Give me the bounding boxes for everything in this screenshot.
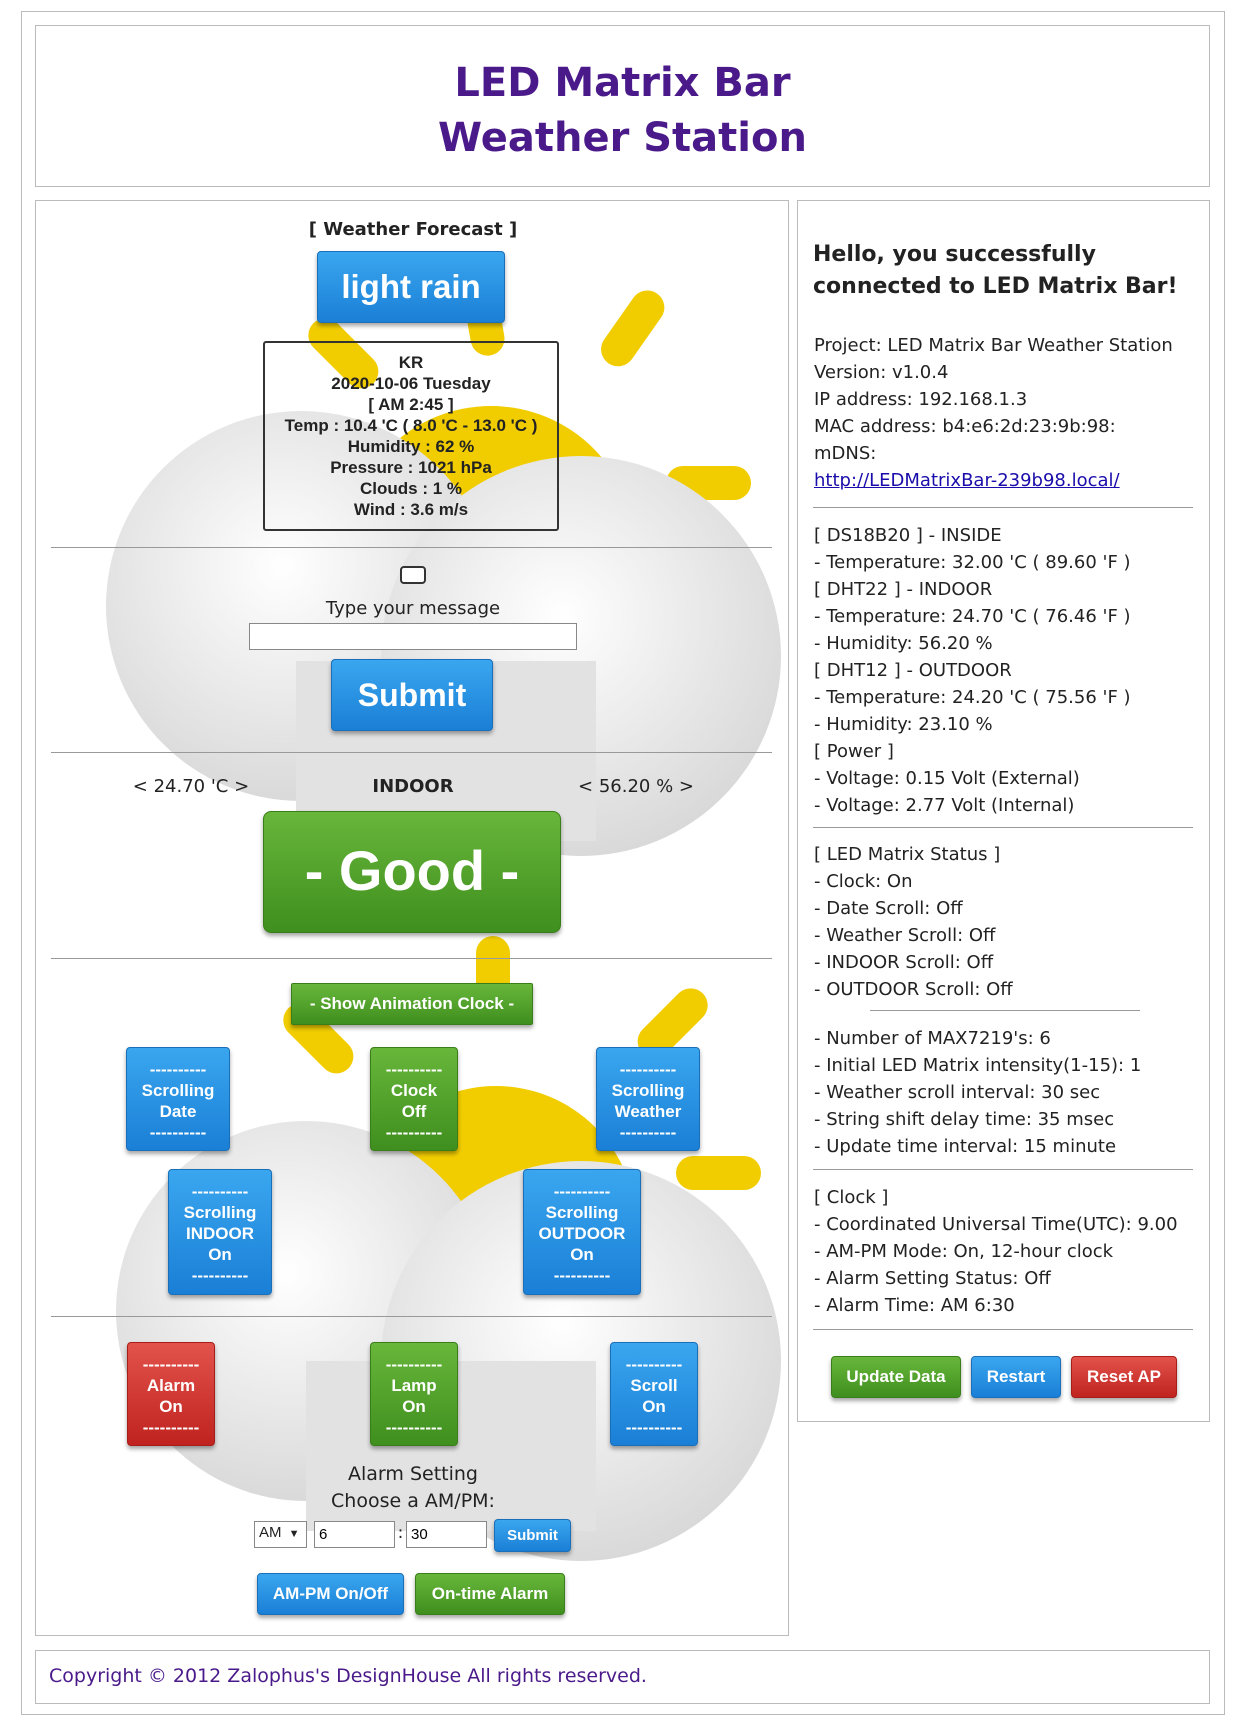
divider [813,507,1193,508]
weather-humidity: Humidity : 62 % [347,437,475,456]
sensor-line: - Voltage: 0.15 Volt (External) [814,768,1080,789]
weather-country: KR [398,353,424,372]
weather-details-box: KR 2020-10-06 Tuesday [ AM 2:45 ] Temp :… [263,341,559,531]
config-line: - Weather scroll interval: 30 sec [814,1082,1101,1103]
divider [51,1316,772,1317]
matrix-config: - Number of MAX7219's: 6 - Initial LED M… [814,1025,1141,1160]
project-name: Project: LED Matrix Bar Weather Station [814,335,1173,356]
mdns-link[interactable]: http://LEDMatrixBar-239b98.local/ [814,467,1173,494]
scroll-toggle-button[interactable]: ---------- Scroll On ---------- [610,1342,698,1446]
forecast-heading: [ Weather Forecast ] [308,219,518,240]
message-input[interactable] [249,623,577,650]
weather-date: 2020-10-06 Tuesday [331,374,491,393]
restart-button[interactable]: Restart [971,1356,1061,1398]
status-line: - OUTDOOR Scroll: Off [814,979,1013,1000]
clock-line: - AM-PM Mode: On, 12-hour clock [814,1241,1114,1262]
config-line: - Update time interval: 15 minute [814,1136,1117,1157]
sensor-line: [ Power ] [814,741,894,762]
clock-line: [ Clock ] [814,1187,889,1208]
clock-info: [ Clock ] - Coordinated Universal Time(U… [814,1184,1178,1319]
lamp-toggle-button[interactable]: ---------- Lamp On ---------- [370,1342,458,1446]
sensor-line: - Humidity: 56.20 % [814,633,993,654]
info-panel: Hello, you successfully connected to LED… [797,200,1210,1422]
indoor-temperature: < 24.70 'C > [132,776,250,797]
sensor-line: [ DS18B20 ] - INSIDE [814,525,1002,546]
weather-temp: Temp : 10.4 'C ( 8.0 'C - 13.0 'C ) [284,416,538,435]
sensor-line: - Temperature: 24.20 'C ( 75.56 'F ) [814,687,1131,708]
title-line-1: LED Matrix Bar [454,60,791,106]
control-panel: [ Weather Forecast ] light rain KR 2020-… [35,200,789,1636]
mac-address: MAC address: b4:e6:2d:23:9b:98: [814,416,1116,437]
clock-line: - Alarm Setting Status: Off [814,1268,1051,1289]
divider [813,827,1193,828]
indoor-status-button[interactable]: - Good - [263,811,561,933]
divider [51,958,772,959]
update-data-button[interactable]: Update Data [831,1356,961,1398]
scrolling-indoor-button[interactable]: ---------- Scrolling INDOOR On ---------… [168,1169,272,1295]
sensor-info: [ DS18B20 ] - INSIDE - Temperature: 32.0… [814,522,1131,819]
sensor-line: - Temperature: 24.70 'C ( 76.46 'F ) [814,606,1131,627]
scrolling-date-button[interactable]: ---------- Scrolling Date ---------- [126,1047,230,1151]
divider [870,1010,1140,1011]
sensor-line: - Temperature: 32.00 'C ( 89.60 'F ) [814,552,1131,573]
mdns-label: mDNS: [814,443,877,464]
ontime-alarm-button[interactable]: On-time Alarm [415,1573,565,1615]
page-title: LED Matrix Bar Weather Station [36,56,1209,166]
alarm-toggle-button[interactable]: ---------- Alarm On ---------- [127,1342,215,1446]
reset-ap-button[interactable]: Reset AP [1071,1356,1177,1398]
status-line: [ LED Matrix Status ] [814,844,1001,865]
weather-clouds: Clouds : 1 % [359,479,462,498]
alarm-hour-input[interactable] [314,1521,395,1548]
ampm-toggle-button[interactable]: AM-PM On/Off [257,1573,404,1615]
project-version: Version: v1.0.4 [814,362,949,383]
indoor-humidity: < 56.20 % > [578,776,694,797]
indoor-label: INDOOR [372,776,454,797]
config-line: - Number of MAX7219's: 6 [814,1028,1051,1049]
chevron-down-icon: ▼ [288,1528,300,1540]
scrolling-weather-button[interactable]: ---------- Scrolling Weather ---------- [596,1047,700,1151]
divider [51,752,772,753]
sensor-line: - Humidity: 23.10 % [814,714,993,735]
scrolling-outdoor-button[interactable]: ---------- Scrolling OUTDOOR On --------… [523,1169,641,1295]
alarm-submit-button[interactable]: Submit [494,1519,571,1552]
time-separator: : [397,1523,404,1543]
status-line: - Date Scroll: Off [814,898,963,919]
clock-toggle-button[interactable]: ---------- Clock Off ---------- [370,1047,458,1151]
sensor-line: - Voltage: 2.77 Volt (Internal) [814,795,1075,816]
weather-pressure: Pressure : 1021 hPa [330,458,492,477]
alarm-setting-subtitle: Choose a AM/PM: [331,1490,495,1512]
matrix-status: [ LED Matrix Status ] - Clock: On - Date… [814,841,1013,1003]
header: LED Matrix Bar Weather Station [35,25,1210,187]
footer: Copyright © 2012 Zalophus's DesignHouse … [35,1650,1210,1704]
show-animation-clock-button[interactable]: - Show Animation Clock - [291,983,533,1025]
status-line: - INDOOR Scroll: Off [814,952,994,973]
ip-address: IP address: 192.168.1.3 [814,389,1028,410]
ampm-select-value: AM [259,1524,282,1541]
project-info: Project: LED Matrix Bar Weather Station … [814,332,1173,494]
alarm-setting-title: Alarm Setting [348,1463,478,1485]
alarm-minute-input[interactable] [406,1521,487,1548]
title-line-2: Weather Station [438,115,807,161]
forecast-condition-button[interactable]: light rain [317,251,505,323]
clock-line: - Alarm Time: AM 6:30 [814,1295,1015,1316]
divider [813,1329,1193,1330]
status-line: - Weather Scroll: Off [814,925,996,946]
weather-wind: Wind : 3.6 m/s [353,500,469,519]
status-line: - Clock: On [814,871,913,892]
sensor-line: [ DHT12 ] - OUTDOOR [814,660,1012,681]
config-line: - Initial LED Matrix intensity(1-15): 1 [814,1055,1142,1076]
clock-line: - Coordinated Universal Time(UTC): 9.00 [814,1214,1178,1235]
message-label: Type your message [325,598,501,619]
sensor-line: [ DHT22 ] - INDOOR [814,579,993,600]
weather-time: [ AM 2:45 ] [368,395,454,414]
config-line: - String shift delay time: 35 msec [814,1109,1115,1130]
message-checkbox[interactable] [400,566,426,584]
greeting: Hello, you successfully connected to LED… [813,242,1178,299]
ampm-select[interactable]: AM ▼ [254,1521,307,1548]
message-submit-button[interactable]: Submit [331,659,493,731]
divider [813,1169,1193,1170]
divider [51,547,772,548]
copyright-text: Copyright © 2012 Zalophus's DesignHouse … [49,1665,647,1687]
